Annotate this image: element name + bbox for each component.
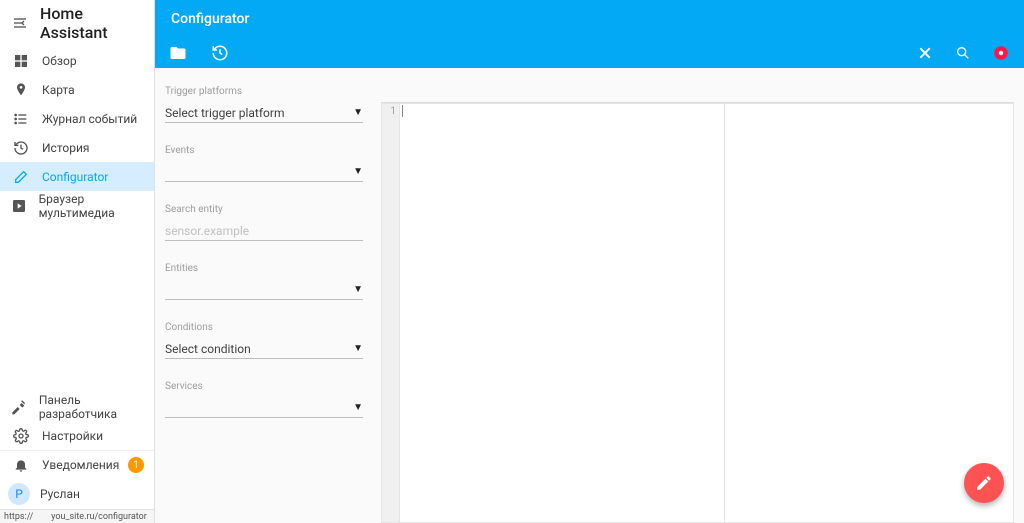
chevron-down-icon: ▼ xyxy=(353,284,363,295)
field-label: Services xyxy=(165,381,363,392)
sidebar-item-notifications[interactable]: Уведомления 1 xyxy=(0,450,154,479)
line-number: 1 xyxy=(382,106,396,117)
sidebar-item-configurator[interactable]: Configurator xyxy=(0,162,154,191)
gear-icon xyxy=(10,428,32,444)
field-label: Trigger platforms xyxy=(165,86,363,97)
fab-edit-button[interactable] xyxy=(964,463,1004,503)
select-value: Select trigger platform xyxy=(165,106,284,120)
menu-icon[interactable] xyxy=(10,15,30,31)
field-label: Events xyxy=(165,145,363,156)
editor-side-panel xyxy=(724,103,1014,523)
editor-wrap: 1 xyxy=(381,86,1014,523)
select-entities[interactable]: ▼ xyxy=(165,280,363,300)
editor-tab-strip xyxy=(381,86,1014,102)
field-conditions: Conditions Select condition ▼ xyxy=(165,322,363,359)
chevron-down-icon: ▼ xyxy=(353,107,363,118)
chevron-down-icon: ▼ xyxy=(353,343,363,354)
user-name: Руслан xyxy=(40,487,80,501)
editor-cursor xyxy=(402,105,403,117)
notification-badge: 1 xyxy=(128,457,144,473)
config-panel: Trigger platforms Select trigger platfor… xyxy=(165,86,363,523)
avatar: Р xyxy=(8,483,30,505)
sidebar-item-label: Журнал событий xyxy=(42,112,137,126)
sidebar: Home Assistant Обзор Карта Журнал событи… xyxy=(0,0,155,523)
sidebar-item-label: Панель разработчика xyxy=(39,393,144,421)
field-trigger-platforms: Trigger platforms Select trigger platfor… xyxy=(165,86,363,123)
sidebar-item-user[interactable]: Р Руслан xyxy=(0,479,154,509)
search-icon[interactable] xyxy=(954,44,972,62)
sidebar-item-devtools[interactable]: Панель разработчика xyxy=(0,392,154,421)
sidebar-item-label: Обзор xyxy=(42,54,77,68)
editor-gutter: 1 xyxy=(382,104,400,522)
bell-icon xyxy=(10,457,32,473)
play-box-icon xyxy=(10,198,29,214)
sidebar-item-label: Браузер мультимедиа xyxy=(39,192,144,220)
sidebar-item-media[interactable]: Браузер мультимедиа xyxy=(0,191,154,220)
field-entities: Entities ▼ xyxy=(165,263,363,300)
sidebar-item-label: Карта xyxy=(42,83,75,97)
chevron-down-icon: ▼ xyxy=(353,402,363,413)
input-placeholder: sensor.example xyxy=(165,224,249,238)
select-events[interactable]: ▼ xyxy=(165,162,363,182)
sidebar-item-overview[interactable]: Обзор xyxy=(0,46,154,75)
folder-icon[interactable] xyxy=(169,44,187,62)
sidebar-item-map[interactable]: Карта xyxy=(0,75,154,104)
sidebar-item-settings[interactable]: Настройки xyxy=(0,421,154,450)
close-icon[interactable] xyxy=(916,44,934,62)
sidebar-item-label: Уведомления xyxy=(42,458,119,472)
field-label: Search entity xyxy=(165,204,363,215)
sidebar-item-label: Настройки xyxy=(42,429,103,443)
editor-body[interactable] xyxy=(400,104,724,522)
history-icon xyxy=(10,140,32,156)
topbar: Configurator xyxy=(155,0,1024,68)
select-trigger-platform[interactable]: Select trigger platform ▼ xyxy=(165,103,363,123)
select-services[interactable]: ▼ xyxy=(165,398,363,418)
sidebar-bottom: Панель разработчика Настройки Уведомлени… xyxy=(0,392,154,523)
sidebar-nav: Обзор Карта Журнал событий История Confi… xyxy=(0,46,154,392)
field-search-entity: Search entity sensor.example xyxy=(165,204,363,241)
list-icon xyxy=(10,111,32,127)
hammer-icon xyxy=(10,399,29,415)
input-search-entity[interactable]: sensor.example xyxy=(165,221,363,241)
sidebar-item-history[interactable]: История xyxy=(0,133,154,162)
topbar-actions xyxy=(155,38,1024,68)
chevron-down-icon: ▼ xyxy=(353,166,363,177)
sidebar-item-logbook[interactable]: Журнал событий xyxy=(0,104,154,133)
sidebar-header: Home Assistant xyxy=(0,0,154,46)
status-protocol: https:// xyxy=(4,512,33,522)
field-label: Conditions xyxy=(165,322,363,333)
main: Configurator xyxy=(155,0,1024,523)
sidebar-item-label: История xyxy=(42,141,89,155)
field-services: Services ▼ xyxy=(165,381,363,418)
editor-panes: 1 xyxy=(381,103,1014,523)
edit-icon xyxy=(10,169,32,185)
select-value: Select condition xyxy=(165,342,251,356)
sidebar-item-label: Configurator xyxy=(42,170,108,184)
content: Trigger platforms Select trigger platfor… xyxy=(155,68,1024,523)
app-title: Home Assistant xyxy=(40,4,144,42)
restore-icon[interactable] xyxy=(211,44,229,62)
page-title: Configurator xyxy=(155,0,1024,38)
map-icon xyxy=(10,82,32,98)
field-events: Events ▼ xyxy=(165,145,363,182)
field-label: Entities xyxy=(165,263,363,274)
gear-badge-icon[interactable] xyxy=(992,44,1010,62)
select-conditions[interactable]: Select condition ▼ xyxy=(165,339,363,359)
status-url: you_site.ru/configurator xyxy=(51,512,147,522)
statusbar: https:// you_site.ru/configurator xyxy=(0,509,154,523)
code-editor[interactable]: 1 xyxy=(381,103,724,523)
dashboard-icon xyxy=(10,53,32,69)
